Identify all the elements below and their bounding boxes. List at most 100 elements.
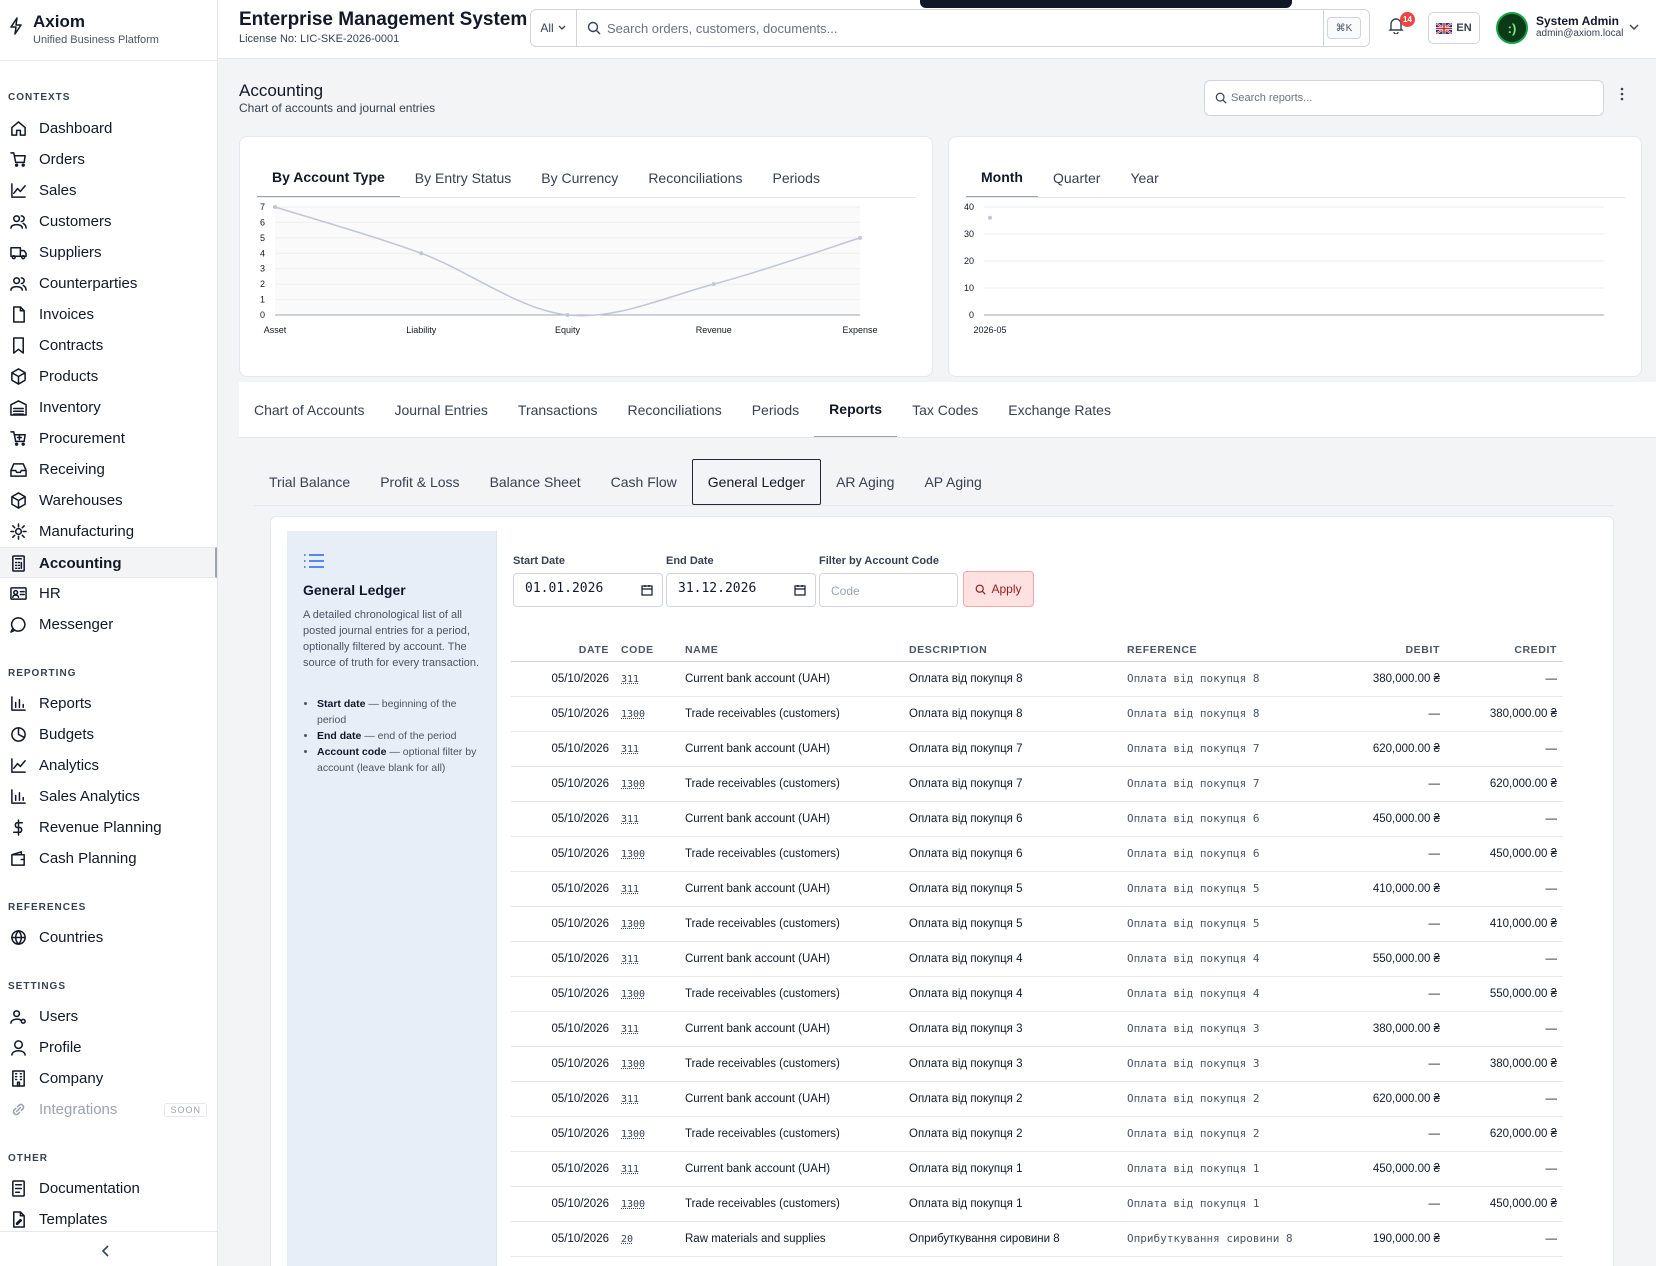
sidebar-item-reports[interactable]: Reports: [0, 688, 217, 719]
cell-date: 05/10/2026: [511, 941, 615, 977]
sidebar-item-invoices[interactable]: Invoices: [0, 299, 217, 330]
report-tab-cash-flow[interactable]: Cash Flow: [596, 459, 692, 505]
sidebar-item-countries[interactable]: Countries: [0, 922, 217, 953]
tab-chart-of-accounts[interactable]: Chart of Accounts: [239, 382, 380, 438]
avatar[interactable]: :): [1496, 12, 1528, 44]
sidebar-item-customers[interactable]: Customers: [0, 206, 217, 237]
account-code-value[interactable]: 1300: [621, 1129, 645, 1140]
search-input[interactable]: Search orders, customers, documents...: [607, 21, 837, 36]
tab-by-entry-status[interactable]: By Entry Status: [400, 157, 526, 198]
report-search-input[interactable]: Search reports...: [1204, 80, 1604, 116]
report-tab-ap-aging[interactable]: AP Aging: [909, 459, 996, 505]
sidebar-item-analytics[interactable]: Analytics: [0, 750, 217, 781]
account-code-value[interactable]: 20: [621, 1234, 633, 1245]
sidebar-item-products[interactable]: Products: [0, 361, 217, 392]
account-name-value: Current bank account (UAH): [685, 812, 831, 825]
sidebar-item-integrations[interactable]: Integrations SOON: [0, 1094, 217, 1125]
cell-account-name: Trade receivables (customers): [679, 1116, 903, 1152]
account-code-value[interactable]: 1300: [621, 989, 645, 1000]
sidebar-item-users[interactable]: Users: [0, 1001, 217, 1032]
account-code-value[interactable]: 1300: [621, 919, 645, 930]
account-code-value[interactable]: 311: [621, 1094, 639, 1105]
user-name[interactable]: System Admin: [1536, 14, 1619, 28]
tab-transactions[interactable]: Transactions: [503, 382, 613, 438]
tab-by-account-type[interactable]: By Account Type: [257, 157, 400, 198]
sidebar-item-orders[interactable]: Orders: [0, 144, 217, 175]
home-icon: [11, 121, 26, 136]
inbox-icon: [10, 463, 27, 477]
tab-by-currency[interactable]: By Currency: [526, 157, 633, 198]
report-tab-trial-balance[interactable]: Trial Balance: [254, 459, 365, 505]
account-code-value[interactable]: 1300: [621, 1059, 645, 1070]
column-header-reference[interactable]: REFERENCE: [1121, 639, 1316, 662]
column-header-description[interactable]: DESCRIPTION: [903, 639, 1121, 662]
end-date-input[interactable]: 31.12.2026: [666, 573, 816, 607]
search-scope-select[interactable]: All: [531, 10, 577, 46]
sidebar-item-cash-planning[interactable]: Cash Planning: [0, 843, 217, 874]
account-code-value[interactable]: 311: [621, 884, 639, 895]
sidebar-item-company[interactable]: Company: [0, 1063, 217, 1094]
account-code-input[interactable]: Code: [819, 573, 958, 607]
account-code-value[interactable]: 1300: [621, 709, 645, 720]
sidebar-item-inventory[interactable]: Inventory: [0, 392, 217, 423]
tab-reconciliations[interactable]: Reconciliations: [613, 382, 737, 438]
ledger-bullet: Account code — optional filter by accoun…: [317, 744, 487, 776]
start-date-input[interactable]: 01.01.2026: [513, 573, 663, 607]
report-tab-profit-loss[interactable]: Profit & Loss: [365, 459, 474, 505]
sidebar-item-suppliers[interactable]: Suppliers: [0, 237, 217, 268]
column-header-date[interactable]: DATE: [511, 639, 615, 662]
tab-reports[interactable]: Reports: [814, 382, 898, 438]
debit-value: —: [1428, 847, 1441, 860]
sidebar-item-sales[interactable]: Sales: [0, 175, 217, 206]
sidebar-item-contracts[interactable]: Contracts: [0, 330, 217, 361]
report-tab-general-ledger[interactable]: General Ledger: [691, 459, 822, 505]
tab-quarter[interactable]: Quarter: [1038, 157, 1115, 198]
date-value: 05/10/2026: [551, 1197, 609, 1210]
account-code-value[interactable]: 311: [621, 1164, 639, 1175]
sidebar-item-sales-analytics[interactable]: Sales Analytics: [0, 781, 217, 812]
account-code-value[interactable]: 1300: [621, 1199, 645, 1210]
chevron-down-icon[interactable]: [1628, 22, 1640, 32]
cell-reference: Оплата від покупця 2: [1121, 1081, 1316, 1117]
sidebar-item-manufacturing[interactable]: Manufacturing: [0, 516, 217, 547]
account-code-value[interactable]: 311: [621, 674, 639, 685]
tab-month[interactable]: Month: [966, 157, 1038, 198]
language-switcher[interactable]: EN: [1428, 12, 1480, 44]
sidebar-item-dashboard[interactable]: Dashboard: [0, 113, 217, 144]
tab-exchange-rates[interactable]: Exchange Rates: [993, 382, 1126, 438]
account-code-value[interactable]: 1300: [621, 849, 645, 860]
account-code-value[interactable]: 311: [621, 814, 639, 825]
cell-description: Оплата від покупця 3: [903, 1046, 1121, 1082]
account-code-value[interactable]: 311: [621, 744, 639, 755]
column-header-name[interactable]: NAME: [679, 639, 903, 662]
column-header-credit[interactable]: CREDIT: [1446, 639, 1563, 662]
sidebar-item-revenue-planning[interactable]: Revenue Planning: [0, 812, 217, 843]
sidebar-item-counterparties[interactable]: Counterparties: [0, 268, 217, 299]
column-header-code[interactable]: CODE: [615, 639, 679, 662]
sidebar-item-documentation[interactable]: Documentation: [0, 1173, 217, 1204]
sidebar-item-profile[interactable]: Profile: [0, 1032, 217, 1063]
sidebar-item-procurement[interactable]: Procurement: [0, 423, 217, 454]
report-tab-ar-aging[interactable]: AR Aging: [821, 459, 909, 505]
tab-periods[interactable]: Periods: [757, 157, 834, 198]
collapse-sidebar-button[interactable]: [0, 1231, 217, 1266]
sidebar-item-messenger[interactable]: Messenger: [0, 609, 217, 640]
column-header-debit[interactable]: DEBIT: [1316, 639, 1446, 662]
tab-reconciliations[interactable]: Reconciliations: [633, 157, 757, 198]
tab-periods[interactable]: Periods: [737, 382, 814, 438]
sidebar-item-receiving[interactable]: Receiving: [0, 454, 217, 485]
sidebar-item-hr[interactable]: HR: [0, 578, 217, 609]
sidebar-item-accounting[interactable]: Accounting: [0, 547, 217, 578]
report-tab-balance-sheet[interactable]: Balance Sheet: [475, 459, 596, 505]
sidebar-item-budgets[interactable]: Budgets: [0, 719, 217, 750]
account-code-value[interactable]: 311: [621, 954, 639, 965]
more-options-icon[interactable]: [1620, 87, 1624, 101]
tab-year[interactable]: Year: [1115, 157, 1173, 198]
tab-journal-entries[interactable]: Journal Entries: [380, 382, 503, 438]
account-code-value[interactable]: 311: [621, 1024, 639, 1035]
apply-button[interactable]: Apply: [963, 571, 1034, 607]
tab-tax-codes[interactable]: Tax Codes: [897, 382, 993, 438]
sidebar-item-warehouses[interactable]: Warehouses: [0, 485, 217, 516]
account-code-value[interactable]: 1300: [621, 779, 645, 790]
sidebar-item-label: Company: [39, 1070, 104, 1087]
